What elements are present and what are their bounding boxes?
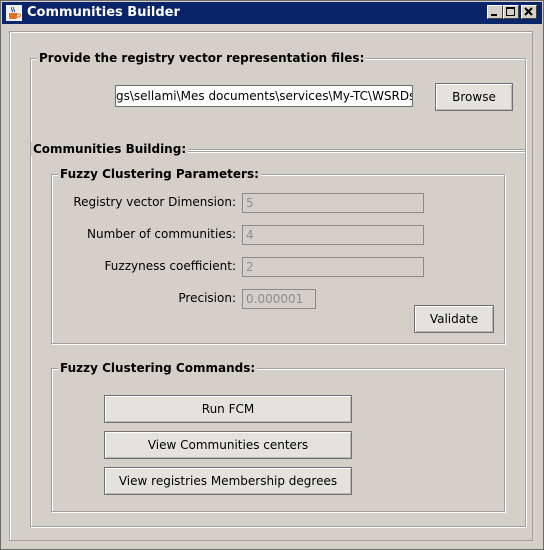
communities-building-group: Communities Building: Fuzzy Clustering P…: [30, 142, 526, 527]
registry-dimension-label: Registry vector Dimension:: [73, 195, 236, 209]
maximize-button[interactable]: [503, 5, 519, 19]
minimize-icon: [491, 14, 497, 16]
run-fcm-button[interactable]: Run FCM: [104, 395, 352, 423]
fuzzyness-coefficient-label: Fuzzyness coefficient:: [104, 259, 236, 273]
close-button[interactable]: [521, 5, 537, 19]
files-group: Provide the registry vector representati…: [30, 51, 526, 152]
fuzzy-parameters-legend: Fuzzy Clustering Parameters:: [58, 167, 261, 181]
fuzzy-parameters-group: Fuzzy Clustering Parameters: Registry ve…: [51, 167, 505, 344]
maximize-icon: [506, 7, 515, 16]
fuzzy-commands-group: Fuzzy Clustering Commands: Run FCM View …: [51, 361, 505, 512]
files-group-legend: Provide the registry vector representati…: [37, 51, 367, 65]
content-panel: Provide the registry vector representati…: [9, 31, 533, 541]
precision-field[interactable]: 0.000001: [242, 289, 316, 309]
title-bar[interactable]: Communities Builder: [2, 2, 542, 24]
fuzzy-commands-legend: Fuzzy Clustering Commands:: [58, 361, 258, 375]
communities-building-legend: Communities Building:: [31, 142, 189, 156]
number-of-communities-label: Number of communities:: [87, 227, 236, 241]
window-title: Communities Builder: [27, 5, 180, 20]
precision-label: Precision:: [178, 291, 236, 305]
java-coffee-cup-icon[interactable]: [6, 5, 22, 21]
view-membership-degrees-button[interactable]: View registries Membership degrees: [104, 467, 352, 495]
browse-button[interactable]: Browse: [435, 83, 513, 111]
validate-button[interactable]: Validate: [414, 305, 494, 333]
close-icon: [524, 7, 533, 16]
registry-dimension-field[interactable]: 5: [242, 193, 424, 213]
registry-files-path-input[interactable]: gs\sellami\Mes documents\services\My-TC\…: [115, 85, 413, 107]
view-communities-centers-button[interactable]: View Communities centers: [104, 431, 352, 459]
fuzzyness-coefficient-field[interactable]: 2: [242, 257, 424, 277]
minimize-button[interactable]: [487, 5, 503, 19]
communities-builder-window: Communities Builder Provide the registry…: [0, 0, 544, 550]
number-of-communities-field[interactable]: 4: [242, 225, 424, 245]
